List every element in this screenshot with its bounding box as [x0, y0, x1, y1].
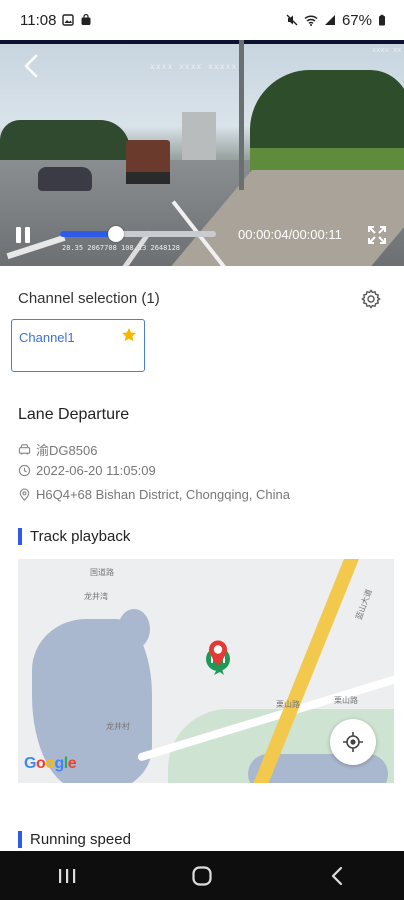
- signal-icon: [324, 15, 335, 25]
- recents-button[interactable]: [47, 861, 87, 891]
- clock-icon: [18, 464, 31, 477]
- video-scene-buildings: [182, 112, 216, 162]
- map-label: 蓝山大道: [354, 587, 374, 622]
- event-type: Lane Departure: [18, 406, 130, 423]
- back-button[interactable]: [317, 861, 357, 891]
- section-accent-bar: [18, 528, 22, 545]
- map-label: 栗山路: [276, 700, 300, 709]
- video-scene-pole: [239, 40, 244, 190]
- gear-icon[interactable]: [360, 288, 382, 310]
- wifi-icon: [304, 15, 318, 26]
- video-scene-car: [38, 167, 92, 191]
- video-top-border: [0, 40, 404, 44]
- gallery-notification-icon: [62, 14, 75, 26]
- map-label: 栗山路: [334, 696, 358, 705]
- location-pin-icon: [19, 488, 30, 501]
- video-osd-text: xxxx xxxx xxxxx: [150, 62, 238, 71]
- end-marker-icon[interactable]: [207, 639, 229, 667]
- playback-time: 00:00:04/00:00:11: [238, 227, 342, 242]
- track-map[interactable]: 国道路 龙井湾 龙井村 栗山路 栗山路 蓝山大道 Google: [18, 559, 394, 783]
- track-playback-header: Track playback: [18, 528, 130, 545]
- fullscreen-icon[interactable]: [366, 224, 388, 246]
- channel-selection-header: Channel selection (1): [18, 290, 160, 307]
- plate-row: 渝DG8506: [18, 440, 97, 459]
- status-left: 11:08: [20, 12, 92, 29]
- status-right: 67%: [286, 12, 386, 29]
- back-icon: [331, 866, 342, 885]
- plate-number: 渝DG8506: [36, 443, 98, 458]
- battery-icon: [379, 14, 385, 26]
- map-label: 龙井湾: [84, 592, 108, 601]
- map-lake-inlet: [118, 609, 150, 649]
- channel-card[interactable]: Channel1: [11, 319, 145, 372]
- playback-progress-bar[interactable]: [60, 226, 216, 242]
- event-datetime: 2022-06-20 11:05:09: [36, 463, 156, 478]
- event-location: H6Q4+68 Bishan District, Chongqing, Chin…: [36, 487, 291, 502]
- battery-percent: 67%: [341, 11, 372, 29]
- pause-icon[interactable]: [12, 224, 34, 246]
- video-scene-trees: [250, 70, 404, 160]
- map-label: 龙井村: [106, 722, 130, 731]
- my-location-icon: [343, 732, 363, 752]
- map-label: 国道路: [90, 568, 114, 577]
- video-scene-truck-cab: [126, 172, 170, 184]
- datetime-row: 2022-06-20 11:05:09: [18, 463, 156, 478]
- star-icon: [122, 328, 136, 342]
- back-arrow-icon[interactable]: [18, 52, 46, 80]
- channel-selection-title: Channel selection: [18, 290, 138, 307]
- recents-icon: [59, 868, 76, 883]
- google-logo: Google: [24, 755, 77, 772]
- my-location-button[interactable]: [330, 719, 376, 765]
- location-row: H6Q4+68 Bishan District, Chongqing, Chin…: [18, 487, 290, 502]
- car-icon: [18, 444, 31, 455]
- status-bar: 11:08 67%: [0, 0, 404, 40]
- home-icon: [192, 865, 212, 886]
- running-speed-header: Running speed: [18, 831, 131, 848]
- bag-notification-icon: [81, 14, 91, 25]
- home-button[interactable]: [182, 861, 222, 891]
- video-osd-corner: xxxx xx: [372, 46, 402, 54]
- system-nav-bar: [0, 851, 404, 900]
- section-accent-bar: [18, 831, 22, 848]
- mute-icon: [286, 14, 298, 26]
- channel-name: Channel1: [19, 330, 75, 345]
- running-speed-title: Running speed: [30, 831, 131, 848]
- channel-selection-count: (1): [141, 290, 160, 307]
- video-osd-gps: 28.35 2067708 108.13 2648128: [62, 244, 181, 252]
- status-time: 11:08: [20, 11, 57, 29]
- track-playback-title: Track playback: [30, 528, 131, 545]
